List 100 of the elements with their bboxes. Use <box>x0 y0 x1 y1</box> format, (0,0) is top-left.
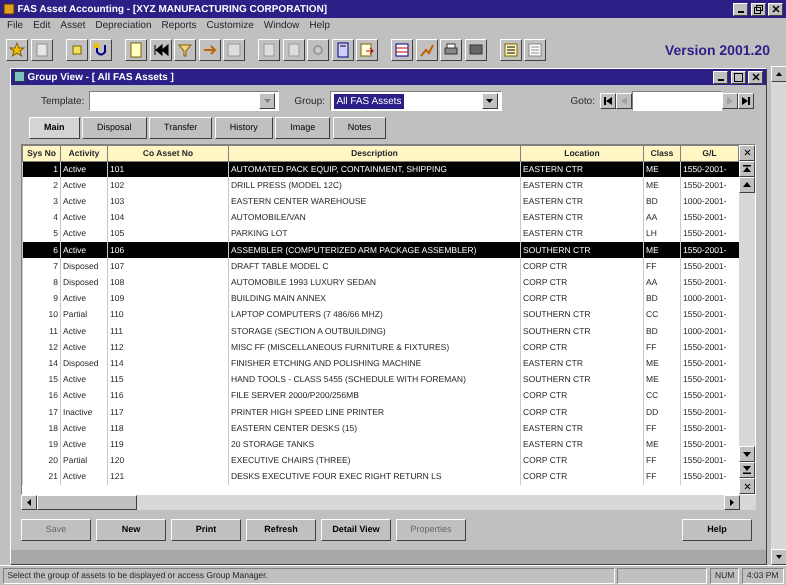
tab[interactable]: Main <box>29 117 80 138</box>
table-cell: ME <box>644 177 680 194</box>
scroll-down-button[interactable] <box>739 446 755 462</box>
tab[interactable]: History <box>214 117 273 138</box>
restore-button[interactable] <box>750 2 766 16</box>
group-dropdown[interactable]: All FAS Assets <box>330 91 502 111</box>
menu-item[interactable]: Edit <box>28 18 56 34</box>
menu-item[interactable]: Window <box>258 18 304 34</box>
scroll-thumb[interactable] <box>37 495 137 510</box>
column-header[interactable]: Co Asset No <box>108 145 228 161</box>
table-cell: FF <box>644 468 680 485</box>
table-cell: 106 <box>108 242 228 258</box>
action-button[interactable]: New <box>96 519 166 541</box>
template-dropdown[interactable] <box>89 91 280 111</box>
scroll-right-button[interactable] <box>724 495 740 510</box>
action-button[interactable]: Print <box>171 519 241 541</box>
document-icon <box>128 42 144 58</box>
table-cell: Active <box>60 468 108 485</box>
minimize-button[interactable] <box>713 70 728 84</box>
maximize-button[interactable] <box>730 70 746 84</box>
scroll-left-button[interactable] <box>21 495 37 510</box>
toolbar-button[interactable] <box>6 39 28 61</box>
action-button[interactable]: Detail View <box>321 519 391 541</box>
table-cell: 3 <box>22 193 60 210</box>
column-header[interactable]: G/L <box>680 145 738 161</box>
table-cell: AUTOMOBILE 1993 LUXURY SEDAN <box>228 274 520 290</box>
table-cell: Partial <box>60 306 108 323</box>
table-cell: FILE SERVER 2000/P200/256MB <box>228 388 520 404</box>
menu-item[interactable]: Reports <box>156 18 202 34</box>
table-cell: ME <box>644 161 680 178</box>
column-header[interactable]: Activity <box>60 145 108 161</box>
toolbar-button[interactable] <box>198 39 220 61</box>
toolbar-button[interactable] <box>258 39 280 61</box>
toolbar-button[interactable] <box>464 39 486 61</box>
table-cell: Active <box>60 339 108 356</box>
menu-item[interactable]: Asset <box>55 18 90 34</box>
previous-button[interactable] <box>616 93 632 109</box>
toolbar-button[interactable] <box>332 39 354 61</box>
scroll-up-button[interactable] <box>771 66 786 82</box>
next-button[interactable] <box>722 93 738 109</box>
toolbar-button[interactable] <box>500 39 522 61</box>
menu-item[interactable]: Depreciation <box>90 18 157 34</box>
scroll-up-icon <box>776 72 782 76</box>
table-cell: MISC FF (MISCELLANEOUS FURNITURE & FIXTURES) <box>228 339 520 356</box>
toolbar-button[interactable] <box>356 39 378 61</box>
close-button[interactable] <box>739 478 755 494</box>
table-cell: BD <box>644 290 680 307</box>
column-header[interactable]: Location <box>520 145 644 161</box>
table-cell: 104 <box>108 210 228 226</box>
table-cell: DD <box>644 404 680 420</box>
scroll-down-button[interactable] <box>771 549 786 565</box>
table-cell: AA <box>644 210 680 226</box>
table-cell: AA <box>644 274 680 290</box>
toolbar-button[interactable] <box>440 39 462 61</box>
toolbar-button[interactable] <box>524 39 546 61</box>
template-label: Template: <box>41 94 84 108</box>
scroll-up-button[interactable] <box>739 176 755 192</box>
table-cell: Active <box>60 436 108 452</box>
table-cell: CORP CTR <box>520 468 644 485</box>
toolbar-button[interactable] <box>174 39 196 61</box>
menu-item[interactable]: File <box>2 18 28 34</box>
last-record-button[interactable] <box>738 93 754 109</box>
toolbar-button[interactable] <box>416 39 438 61</box>
column-header[interactable]: Class <box>644 145 680 161</box>
tab[interactable]: Image <box>275 117 330 138</box>
goto-field[interactable] <box>632 91 722 111</box>
table-cell: Disposed <box>60 355 108 372</box>
close-button[interactable] <box>739 144 755 160</box>
table-cell: FINISHER ETCHING AND POLISHING MACHINE <box>228 355 520 372</box>
menu-item[interactable]: Customize <box>202 18 259 34</box>
toolbar-button[interactable] <box>150 39 172 61</box>
scroll-top-button[interactable] <box>739 160 755 176</box>
close-button[interactable] <box>768 2 783 16</box>
column-header[interactable]: Sys No <box>22 145 60 161</box>
menu-item[interactable]: Help <box>304 18 335 34</box>
toolbar-button[interactable] <box>223 39 245 61</box>
first-record-button[interactable] <box>600 93 616 109</box>
table-cell: 115 <box>108 371 228 388</box>
scroll-bottom-button[interactable] <box>739 462 755 478</box>
toolbar-button[interactable] <box>125 39 147 61</box>
toolbar-button[interactable] <box>307 39 329 61</box>
action-button[interactable]: Refresh <box>246 519 316 541</box>
table-cell: SOUTHERN CTR <box>520 322 644 340</box>
status-message: Select the group of assets to be displayed or access Group Manager. <box>2 568 615 584</box>
table-cell: FF <box>644 258 680 274</box>
table-cell: FF <box>644 339 680 356</box>
table-cell: CC <box>644 388 680 404</box>
tab[interactable]: Disposal <box>82 117 147 138</box>
toolbar-button[interactable] <box>90 39 112 61</box>
toolbar-button[interactable] <box>66 39 88 61</box>
minimize-button[interactable] <box>733 2 748 16</box>
column-header[interactable]: Description <box>228 145 520 161</box>
close-button[interactable] <box>748 70 763 84</box>
action-button[interactable]: Help <box>682 519 752 541</box>
toolbar-button[interactable] <box>30 39 52 61</box>
toolbar-button[interactable] <box>282 39 304 61</box>
toolbar-button[interactable] <box>391 39 413 61</box>
maximize-icon <box>734 72 742 82</box>
tab[interactable]: Transfer <box>149 117 212 138</box>
tab[interactable]: Notes <box>332 117 386 138</box>
